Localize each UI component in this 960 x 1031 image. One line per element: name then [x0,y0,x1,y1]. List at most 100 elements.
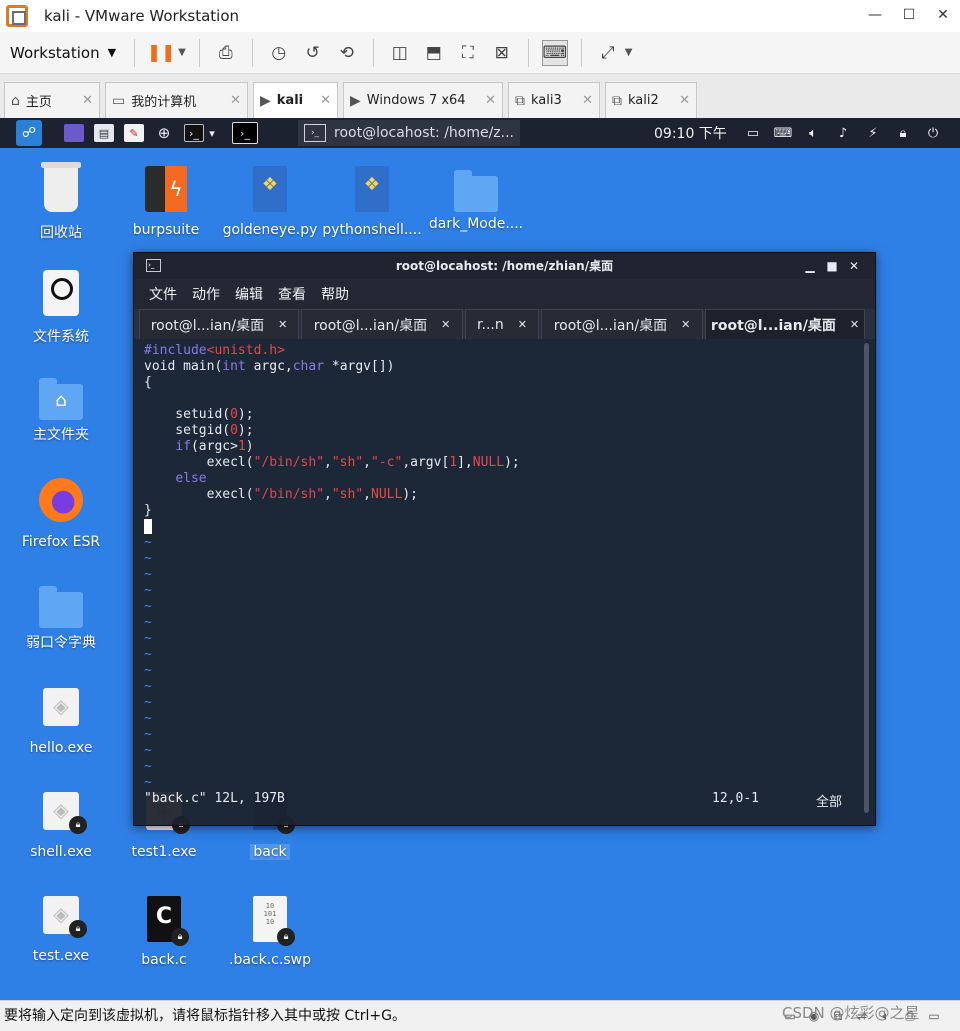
empty-line-marker: ~ [144,583,152,598]
terminal-tab[interactable]: r...n ✕ [465,309,539,339]
empty-line-marker: ~ [144,727,152,742]
workspace-icon[interactable] [64,124,84,142]
text-editor-icon[interactable]: ✎ [124,124,144,142]
revert-snapshot-icon[interactable]: ↺ [300,40,326,66]
tab-home[interactable]: ⌂ 主页 ✕ [4,82,100,118]
unity-icon[interactable]: ⊠ [489,40,515,66]
tab-my-computer[interactable]: ▭ 我的计算机 ✕ [105,82,248,118]
maximize-icon[interactable]: ■ [821,253,843,279]
desktop-icon-dark-mode[interactable]: dark_Mode.... [426,166,526,232]
maximize-icon[interactable]: ☐ [892,0,926,30]
tab-windows7[interactable]: ▶ Windows 7 x64 ✕ [343,82,503,118]
terminal-scrollbar[interactable] [864,343,869,813]
minimize-icon[interactable]: — [858,0,892,30]
show-library-icon[interactable]: ◫ [387,40,413,66]
snapshot-icon[interactable]: ◷ [266,40,292,66]
panel-clock[interactable]: 09:10 下午 [654,123,727,143]
close-icon[interactable]: ✕ [850,318,859,331]
console-view-icon[interactable]: ⌨ [541,39,568,66]
desktop-icon-home-folder[interactable]: 主文件夹 [11,374,111,444]
toolbar-divider [580,38,582,67]
terminal-tab-active[interactable]: root@l...ian/桌面 ✕ [705,309,865,339]
terminal-tab[interactable]: root@l...ian/桌面 ✕ [139,309,299,339]
tab-kali[interactable]: ▶ kali ✕ [253,82,338,118]
desktop-icon-label: goldeneye.py [222,222,318,238]
executable-icon [43,688,79,726]
menu-view[interactable]: 查看 [278,284,306,304]
kali-menu-icon[interactable]: ☍ [16,120,42,146]
close-icon[interactable]: ✕ [278,318,287,331]
tab-label: kali2 [628,93,659,108]
desktop-icon-hello-exe[interactable]: hello.exe [11,688,111,756]
notification-bell-icon[interactable]: ♪ [830,122,856,144]
show-thumbnail-icon[interactable]: ⬒ [421,40,447,66]
taskbar-terminal-item[interactable]: ›_ root@locahost: /home/z... [298,120,521,146]
desktop-icon-weak-password-dict[interactable]: 弱口令字典 [11,582,111,652]
logout-icon[interactable]: ⏻ [920,122,946,144]
desktop-icon-filesystem[interactable]: 文件系统 [11,270,111,346]
display-icon[interactable]: ▭ [922,1007,946,1025]
chevron-down-icon[interactable]: ▼ [625,47,633,58]
full-screen-icon[interactable]: ⛶ [455,40,481,66]
terminal-tab[interactable]: root@l...ian/桌面 ✕ [541,309,703,339]
file-manager-icon[interactable]: ▤ [94,124,114,142]
desktop-icon-pythonshell[interactable]: pythonshell.... [322,166,422,238]
snapshot-manager-icon[interactable]: ⟲ [334,40,360,66]
terminal-title-bar[interactable]: ›_ root@locahost: /home/zhian/桌面 ▁ ■ ✕ [134,253,875,279]
workstation-menu[interactable]: Workstation ▼ [10,44,116,62]
chevron-down-icon[interactable]: ▾ [206,124,218,142]
vm-icon: ⧉ [515,92,525,109]
tab-kali3[interactable]: ⧉ kali3 ✕ [508,82,600,118]
terminal-icon[interactable]: ›_ [184,124,204,142]
desktop-icon-label: 文件系统 [33,329,89,345]
browser-icon[interactable]: ⊕ [154,124,174,142]
empty-line-marker: ~ [144,711,152,726]
desktop-icon-back-c-swp[interactable]: 10 101 10 🔒︎ .back.c.swp [220,896,320,968]
desktop-icon-label: shell.exe [30,844,92,860]
desktop-icon-burpsuite[interactable]: burpsuite [116,166,216,238]
terminal-tab[interactable]: root@l...ian/桌面 ✕ [301,309,463,339]
close-icon[interactable]: ✕ [485,93,496,108]
menu-edit[interactable]: 编辑 [235,284,263,304]
vim-status-line: "back.c" 12L, 197B 12,0-1 全部 [144,791,864,810]
power-manager-icon[interactable]: ⚡ [860,122,886,144]
close-icon[interactable]: ✕ [82,93,93,108]
volume-icon[interactable]: 🔈︎ [800,122,826,144]
minimize-icon[interactable]: ▁ [799,253,821,279]
desktop-icon-shell-exe[interactable]: 🔒︎ shell.exe [11,792,111,860]
keyboard-icon[interactable]: ⌨ [770,122,796,144]
desktop-icon-back-c[interactable]: 🔒︎ back.c [114,896,214,968]
watermark: CSDN @炫彩@之星 [782,1004,920,1022]
display-icon[interactable]: ▭ [740,122,766,144]
menu-file[interactable]: 文件 [149,284,177,304]
lock-icon[interactable]: 🔒︎ [890,122,916,144]
menu-actions[interactable]: 动作 [192,284,220,304]
desktop-icon-firefox[interactable]: Firefox ESR [11,478,111,550]
close-icon[interactable]: ✕ [230,93,241,108]
terminal-window: ›_ root@locahost: /home/zhian/桌面 ▁ ■ ✕ 文… [133,252,876,826]
close-icon[interactable]: ✕ [582,93,593,108]
close-icon[interactable]: ✕ [926,0,960,30]
close-icon[interactable]: ✕ [441,318,450,331]
tab-label: 主页 [25,95,52,110]
vim-editor[interactable]: #include<unistd.h> void main(int argc,ch… [134,339,875,827]
close-icon[interactable]: ✕ [320,93,331,108]
desktop-icon-trash[interactable]: 回收站 [11,162,111,242]
close-icon[interactable]: ✕ [843,253,865,279]
pause-icon[interactable]: ❚❚ [147,40,176,66]
tab-kali2[interactable]: ⧉ kali2 ✕ [605,82,697,118]
close-icon[interactable]: ✕ [681,318,690,331]
desktop-icon-goldeneye[interactable]: goldeneye.py [220,166,320,238]
vim-cursor-position: 12,0-1 [712,791,759,806]
stretch-guest-icon[interactable]: ⤢ [595,40,621,66]
close-icon[interactable]: ✕ [518,318,527,331]
terminal-icon[interactable]: ›_ [232,122,258,144]
chevron-down-icon[interactable]: ▼ [178,47,186,58]
menu-help[interactable]: 帮助 [321,284,349,304]
lock-icon: 🔒︎ [69,816,87,834]
empty-line-marker: ~ [144,663,152,678]
desktop-icon-test-exe[interactable]: 🔒︎ test.exe [11,896,111,964]
send-ctrl-alt-del-icon[interactable]: ⎙ [213,40,239,66]
close-icon[interactable]: ✕ [679,93,690,108]
